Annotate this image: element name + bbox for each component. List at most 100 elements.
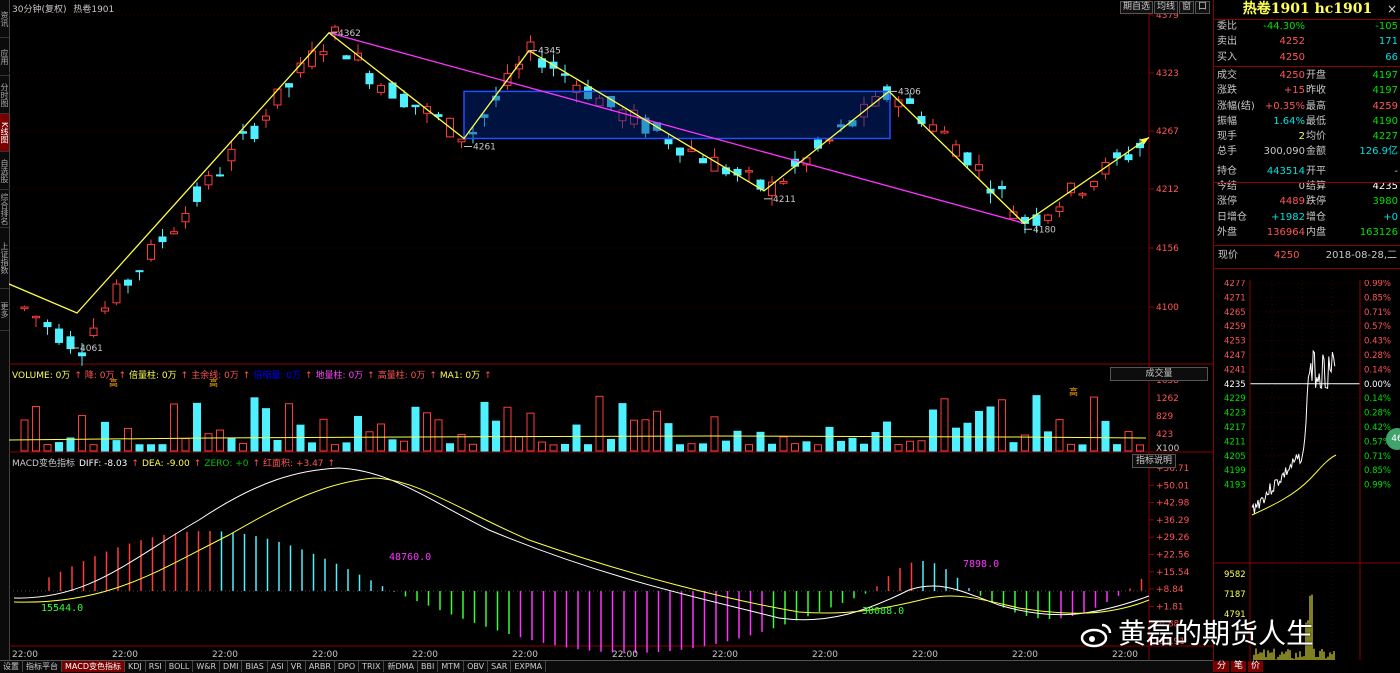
tab-ticks[interactable]: 笔 [1231, 661, 1247, 672]
indicator-tab[interactable]: TRIX [359, 661, 385, 672]
indicator-tab[interactable]: VR [288, 661, 306, 672]
volume-legend-item: 主余线: 0万 [191, 371, 239, 381]
candle [1124, 154, 1133, 161]
candle [929, 124, 937, 132]
indicator-tab[interactable]: BIAS [242, 661, 268, 672]
volume-bar [135, 444, 144, 452]
left-tab-0[interactable]: 资讯 [0, 0, 9, 38]
volume-legend-item: 高量柱: 0万 [377, 371, 426, 381]
period-label[interactable]: 30分钟(复权) [12, 5, 66, 15]
mouth-button[interactable]: 口 [1194, 1, 1210, 14]
indicator-help-button[interactable]: 指标说明 [1132, 454, 1177, 468]
indicator-tab[interactable]: W&R [193, 661, 221, 672]
volume-tick-label: 1262 [1156, 394, 1179, 404]
mini-price-label: 4259 [1224, 322, 1246, 332]
mini-pct-label: 0.57% [1364, 322, 1391, 332]
volume-bar [653, 410, 661, 452]
quote-value: 136964 [1266, 226, 1305, 238]
indicator-tab[interactable]: 新DMA [384, 661, 419, 672]
tab-price[interactable]: 价 [1248, 661, 1264, 672]
volume-bar [756, 431, 765, 452]
indicator-tab[interactable]: MACD变色指标 [62, 661, 125, 672]
mini-price-label: 4253 [1224, 337, 1246, 347]
left-tab-3[interactable]: K线图 [0, 114, 9, 152]
indicator-tab[interactable]: SAR [488, 661, 512, 672]
macd-tick-label: +42.98 [1156, 499, 1190, 509]
left-tab-1[interactable]: 应用 [0, 38, 9, 76]
time-tick-label: 22:00 [712, 650, 738, 660]
volume-bar [411, 406, 420, 452]
kline-chart[interactable]: 4379432342674212415641004362434542614306… [9, 0, 1213, 660]
add-watchlist-button[interactable]: 期自选 [1119, 1, 1153, 14]
indicator-tab[interactable]: 指标平台 [23, 661, 62, 672]
quote-label: 现手 [1217, 131, 1237, 143]
volume-bar [526, 412, 535, 452]
volume-bar [400, 440, 408, 452]
volume-bar [181, 438, 190, 452]
left-tab-5[interactable]: 综合排名 [0, 190, 9, 228]
candle [55, 328, 63, 343]
volume-bar [204, 433, 213, 452]
time-tick-label: 22:00 [12, 650, 38, 660]
candle [43, 322, 52, 328]
macd-area-label: 15544.0 [41, 603, 83, 614]
candle [250, 125, 259, 140]
mini-pct-label: 0.71% [1364, 452, 1391, 462]
indicator-tab[interactable]: OBV [464, 661, 489, 672]
left-tab-2[interactable]: 分时图 [0, 76, 9, 114]
tab-minute[interactable]: 分 [1214, 661, 1230, 672]
volume-bar [1136, 444, 1144, 452]
candle [170, 231, 178, 235]
indicator-tab[interactable]: MTM [438, 661, 465, 672]
ma-button[interactable]: 均线 [1153, 1, 1178, 14]
symbol-label: 热卷1901 [73, 5, 115, 15]
left-tab-6[interactable]: 上证指数 [0, 228, 9, 289]
quote-row: 涨停 4489 跌停 3980 [1214, 195, 1400, 210]
volume-bar [296, 424, 305, 452]
indicator-tab[interactable]: EXPMA [511, 661, 547, 672]
indicator-tab[interactable]: ARBR [306, 661, 335, 672]
left-tab-7[interactable]: 更多 [0, 290, 9, 331]
volume-bar [986, 406, 995, 452]
volume-bar [1009, 442, 1018, 452]
indicator-tab[interactable]: BOLL [166, 661, 194, 672]
now-price-row: 现价 4250 2018-08-28,二 [1214, 249, 1400, 264]
range-box [463, 90, 891, 140]
volume-legend-item: 倍量柱: 0万 [129, 371, 177, 381]
volume-bar [641, 419, 650, 452]
volume-bar [112, 440, 121, 452]
volume-bar [618, 403, 627, 452]
volume-bar [768, 443, 776, 452]
up-arrow-icon: ↑ [484, 371, 492, 381]
indicator-tab[interactable]: KDJ [125, 661, 146, 672]
candle [940, 130, 949, 134]
volume-bar [595, 395, 604, 452]
volume-bar [216, 429, 224, 452]
quote-value: 1.64% [1273, 115, 1305, 127]
intraday-price-line [1251, 349, 1336, 514]
indicator-tab[interactable]: ASI [268, 661, 288, 672]
close-icon[interactable]: × [1387, 2, 1397, 16]
volume-bar [308, 442, 316, 452]
intraday-chart[interactable]: 4277 0.99% 4271 0.85% 4265 0.71% 4259 0.57% 4253… [1214, 280, 1400, 660]
price-tick-label: 4156 [1156, 244, 1179, 254]
volume-bars [20, 395, 1144, 452]
macd-legend-item: 红面积: +3.47 [263, 459, 324, 469]
indicator-tab[interactable]: DMI [220, 661, 243, 672]
window-button[interactable]: 窗 [1178, 1, 1194, 14]
left-tab-4[interactable]: 自选股 [0, 152, 9, 190]
indicator-tab[interactable]: 设置 [0, 661, 23, 672]
divider [1214, 245, 1400, 246]
volume-bar [43, 444, 52, 452]
now-price-label: 现价 [1218, 250, 1238, 261]
quote-label: 开盘 [1306, 69, 1326, 81]
swing-price-label: 4180 [1033, 225, 1056, 235]
indicator-tab[interactable]: DPO [335, 661, 360, 672]
indicator-tab[interactable]: RSI [146, 661, 166, 672]
volume-legend: VOLUME: 0万 ↑ 降: 0万 ↑ 倍量柱: 0万 ↑ 主余线: 0万 ↑ 倍缩量: 0万… [12, 368, 495, 381]
indicator-tab[interactable]: BBI [418, 661, 439, 672]
volume-selector[interactable]: 成交量 [1110, 367, 1208, 381]
volume-bar [630, 419, 638, 452]
price-tick-label: 4323 [1156, 69, 1179, 79]
candle [388, 82, 397, 99]
